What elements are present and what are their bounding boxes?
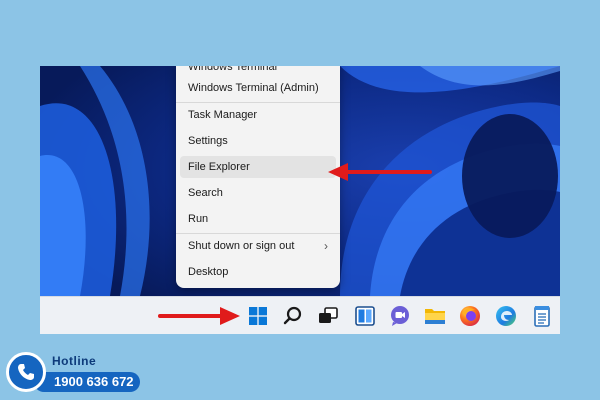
context-menu: Windows Terminal Windows Terminal (Admin… <box>176 66 340 288</box>
hotline-number: 1900 636 672 <box>54 374 134 389</box>
menu-item-windows-terminal-admin[interactable]: Windows Terminal (Admin) <box>180 77 336 99</box>
menu-separator <box>176 102 340 103</box>
teams-chat-icon[interactable] <box>388 304 412 328</box>
chevron-right-icon: › <box>324 239 328 253</box>
task-view-icon[interactable] <box>316 304 340 328</box>
menu-item-desktop[interactable]: Desktop <box>180 261 336 283</box>
menu-item-task-manager[interactable]: Task Manager <box>180 104 336 126</box>
search-icon[interactable] <box>281 304 305 328</box>
annotation-arrow-file-explorer <box>328 163 432 181</box>
taskbar <box>40 296 560 334</box>
hotline-label: Hotline <box>52 354 97 368</box>
widgets-icon[interactable] <box>353 304 377 328</box>
windows-start-icon[interactable] <box>246 304 270 328</box>
menu-item-shut-down-label: Shut down or sign out <box>188 240 295 252</box>
hotline-badge[interactable]: Hotline 1900 636 672 <box>6 350 142 398</box>
menu-item-shut-down[interactable]: Shut down or sign out › <box>180 235 336 257</box>
menu-item-file-explorer[interactable]: File Explorer <box>180 156 336 178</box>
menu-item-settings[interactable]: Settings <box>180 130 336 152</box>
phone-icon <box>6 352 46 392</box>
menu-separator <box>176 233 340 234</box>
file-explorer-icon[interactable] <box>423 304 447 328</box>
edge-icon[interactable] <box>494 304 518 328</box>
windows-screenshot: Windows Terminal Windows Terminal (Admin… <box>40 66 560 334</box>
firefox-icon[interactable] <box>458 304 482 328</box>
menu-item-search[interactable]: Search <box>180 182 336 204</box>
notepad-icon[interactable] <box>530 304 554 328</box>
menu-item-run[interactable]: Run <box>180 208 336 230</box>
annotation-arrow-start-button <box>158 307 240 325</box>
